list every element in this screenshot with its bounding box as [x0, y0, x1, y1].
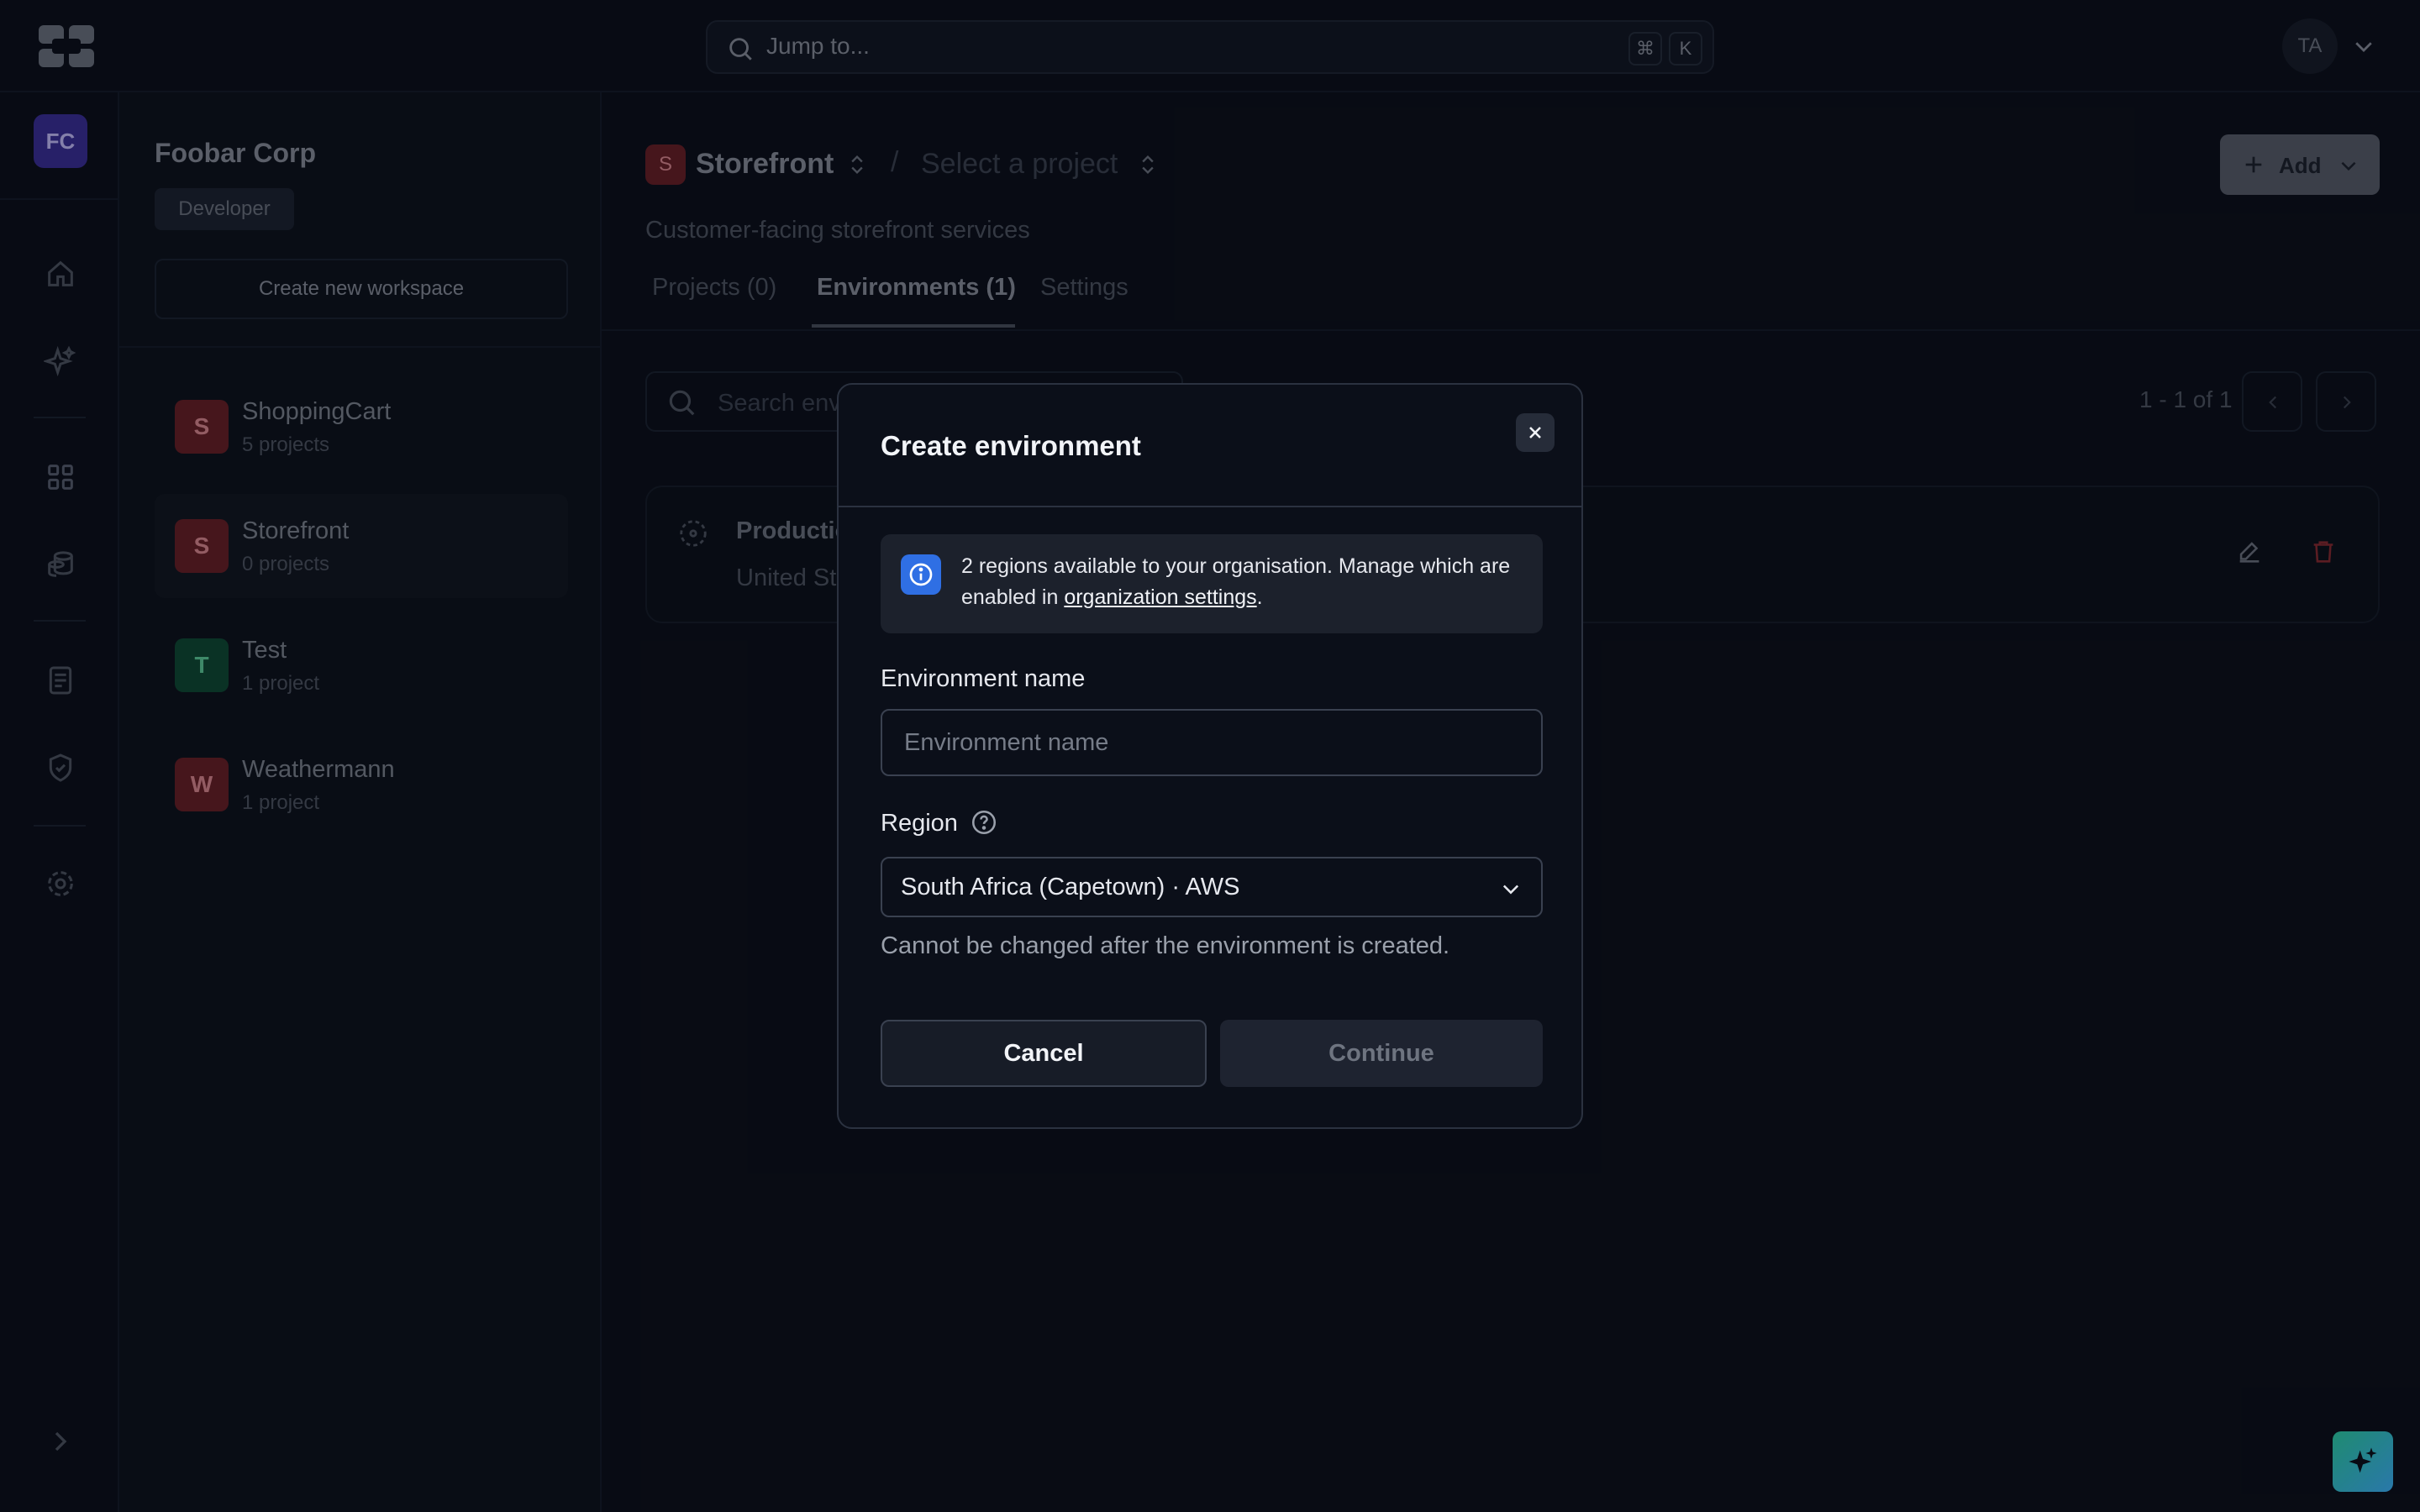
dialog-title: Create environment — [881, 430, 1141, 461]
region-label: Region — [881, 810, 958, 837]
help-icon[interactable] — [970, 808, 998, 837]
info-callout: 2 regions available to your organisation… — [881, 534, 1543, 633]
environment-name-input[interactable] — [881, 709, 1543, 776]
region-select[interactable]: South Africa (Capetown) · AWS — [881, 857, 1543, 917]
cancel-button[interactable]: Cancel — [881, 1020, 1207, 1087]
info-suffix: . — [1256, 585, 1263, 609]
organization-settings-link[interactable]: organization settings — [1064, 585, 1256, 609]
create-environment-dialog: Create environment 2 regions available t… — [837, 383, 1583, 1129]
info-text: 2 regions available to your organisation… — [961, 551, 1524, 613]
close-icon — [1529, 427, 1541, 438]
info-icon — [901, 554, 941, 595]
region-selected-value: South Africa (Capetown) · AWS — [901, 874, 1240, 900]
continue-button[interactable]: Continue — [1220, 1020, 1543, 1087]
region-hint: Cannot be changed after the environment … — [881, 932, 1450, 959]
dialog-divider — [839, 506, 1581, 507]
close-button[interactable] — [1516, 413, 1555, 452]
environment-name-label: Environment name — [881, 665, 1086, 692]
chevron-down-icon — [1502, 885, 1519, 895]
